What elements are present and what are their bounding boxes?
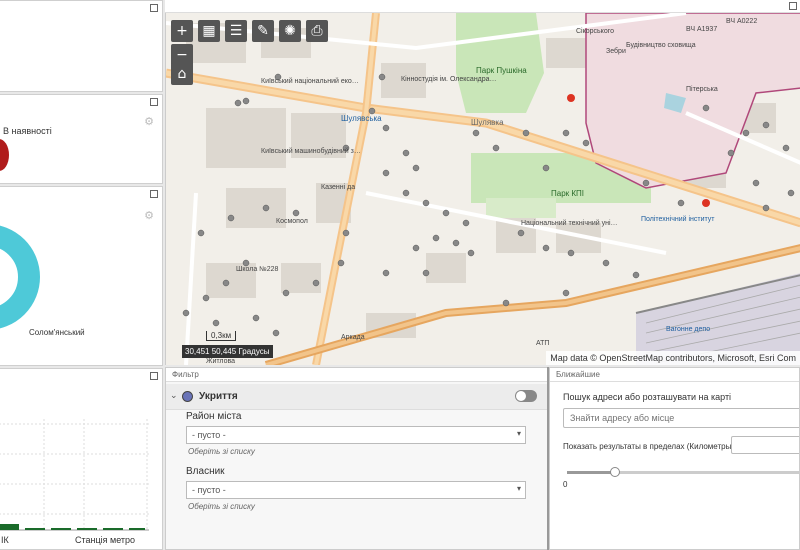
widget-panel-4: ІК Станція метро — [0, 368, 163, 550]
map-label: Сікорського — [576, 27, 614, 35]
map-attribution: Map data © OpenStreetMap contributors, M… — [546, 351, 800, 365]
map-label: Кінностудія ім. Олександра… — [401, 75, 497, 83]
district-label: Район міста — [186, 411, 242, 422]
hospital-icon — [567, 94, 575, 102]
map-label: Київський національний еко… — [261, 77, 359, 85]
map-label: ВЧ А0222 — [726, 18, 757, 25]
chevron-down-icon[interactable]: ⌄ — [170, 390, 178, 401]
pencil-icon[interactable]: ✎ — [252, 20, 274, 42]
coordinate-readout: 30,451 50,445 Градусы — [182, 345, 273, 358]
owner-hint: Оберіть зі списку — [188, 502, 255, 511]
nearby-panel: Ближайшие Пошук адреси або розташувати н… — [549, 367, 800, 550]
map-view[interactable]: Парк КПІ Парк Пушкіна Шулявська Шулявка … — [165, 13, 800, 365]
layer-row[interactable]: ⌄ Укриття — [166, 384, 547, 410]
availability-slice — [0, 139, 9, 171]
district-hint: Оберіть зі списку — [188, 447, 255, 456]
map-label: Вагонне депо — [666, 326, 710, 333]
map-label: Шулявська — [341, 114, 382, 123]
chevron-down-icon: ▾ — [516, 484, 521, 493]
list-icon[interactable]: ☰ — [225, 20, 247, 42]
map-label: Політехнічний інститут — [641, 215, 715, 223]
map-label: Київський машинобудівний з… — [261, 147, 361, 155]
range-slider-thumb[interactable] — [610, 467, 620, 477]
lightbulb-icon[interactable]: ✺ — [279, 20, 301, 42]
grid-icon[interactable]: ▦ — [198, 20, 220, 42]
panel-1-chart — [0, 1, 163, 92]
owner-select[interactable]: - пусто - ▾ — [186, 481, 526, 499]
filter-panel: Фильтр ⌄ Укриття Район міста - пусто - ▾… — [165, 367, 548, 550]
bar — [25, 528, 45, 530]
map-label: Житлова — [206, 358, 235, 365]
district-select-value: - пусто - — [192, 430, 226, 440]
map-label: Парк Пушкіна — [476, 66, 527, 75]
bar — [103, 528, 123, 530]
donut-label: Солом'янський — [29, 328, 85, 337]
maximize-icon[interactable] — [789, 2, 797, 10]
layer-toggle[interactable] — [515, 390, 537, 402]
chevron-down-icon: ▾ — [516, 429, 521, 438]
hospital-icon — [702, 199, 710, 207]
widget-panel-2: ⚙ В наявності — [0, 94, 163, 184]
layer-color-icon — [182, 391, 193, 402]
donut-chart — [0, 225, 40, 329]
bar-label-right: Станція метро — [75, 535, 136, 545]
map-label: Парк КПІ — [551, 189, 584, 198]
range-label: Показать результаты в пределах (Километр… — [563, 442, 734, 451]
slider-min-label: 0 — [563, 480, 568, 489]
map-label: Космопол — [276, 218, 308, 225]
map-label: Національний технічний уні… — [521, 219, 618, 227]
nearby-title: Ближайшие — [550, 368, 799, 382]
search-label: Пошук адреси або розташувати на карті — [563, 392, 732, 402]
district-select[interactable]: - пусто - ▾ — [186, 426, 526, 444]
range-input[interactable] — [731, 436, 799, 454]
map-label: АТП — [536, 340, 549, 347]
search-input[interactable] — [563, 408, 799, 428]
zoom-in-button[interactable]: + — [171, 20, 193, 42]
park-pushkina — [456, 13, 544, 113]
bar — [51, 528, 71, 530]
map-label: ВЧ А1937 — [686, 26, 717, 33]
app-root: ⚙ В наявності ⚙ Солом'янський ІК Станція… — [0, 0, 800, 550]
bar-label-left: ІК — [1, 535, 9, 545]
range-slider[interactable] — [567, 467, 799, 477]
bar — [77, 528, 97, 530]
bar — [0, 524, 19, 530]
bar-chart — [0, 419, 149, 531]
map-label: Зебри — [606, 47, 626, 55]
home-icon[interactable]: ⌂ — [171, 63, 193, 85]
scale-bar: 0,3км — [206, 331, 237, 341]
map-header — [165, 0, 800, 13]
map-label: Казенні да — [321, 183, 355, 191]
layer-name: Укриття — [199, 391, 238, 402]
map-label: Шулявка — [471, 118, 504, 127]
owner-label: Власник — [186, 466, 225, 477]
owner-select-value: - пусто - — [192, 485, 226, 495]
print-icon[interactable]: ⎙ — [306, 20, 328, 42]
map-label: Аркада — [341, 334, 365, 341]
donut-ring — [0, 225, 40, 329]
filter-title: Фильтр — [166, 368, 547, 382]
availability-chart — [0, 139, 9, 171]
bar — [129, 528, 145, 530]
widget-panel-1 — [0, 0, 163, 92]
map-label: Пітерська — [686, 85, 718, 93]
range-slider-fill — [567, 471, 615, 474]
widget-panel-3: ⚙ Солом'янський — [0, 186, 163, 366]
map-label: Будівництво сховища — [626, 41, 696, 49]
map-label: Школа №228 — [236, 266, 279, 273]
map-basemap[interactable]: Парк КПІ Парк Пушкіна Шулявська Шулявка … — [166, 13, 800, 365]
availability-label: В наявності — [3, 126, 52, 136]
